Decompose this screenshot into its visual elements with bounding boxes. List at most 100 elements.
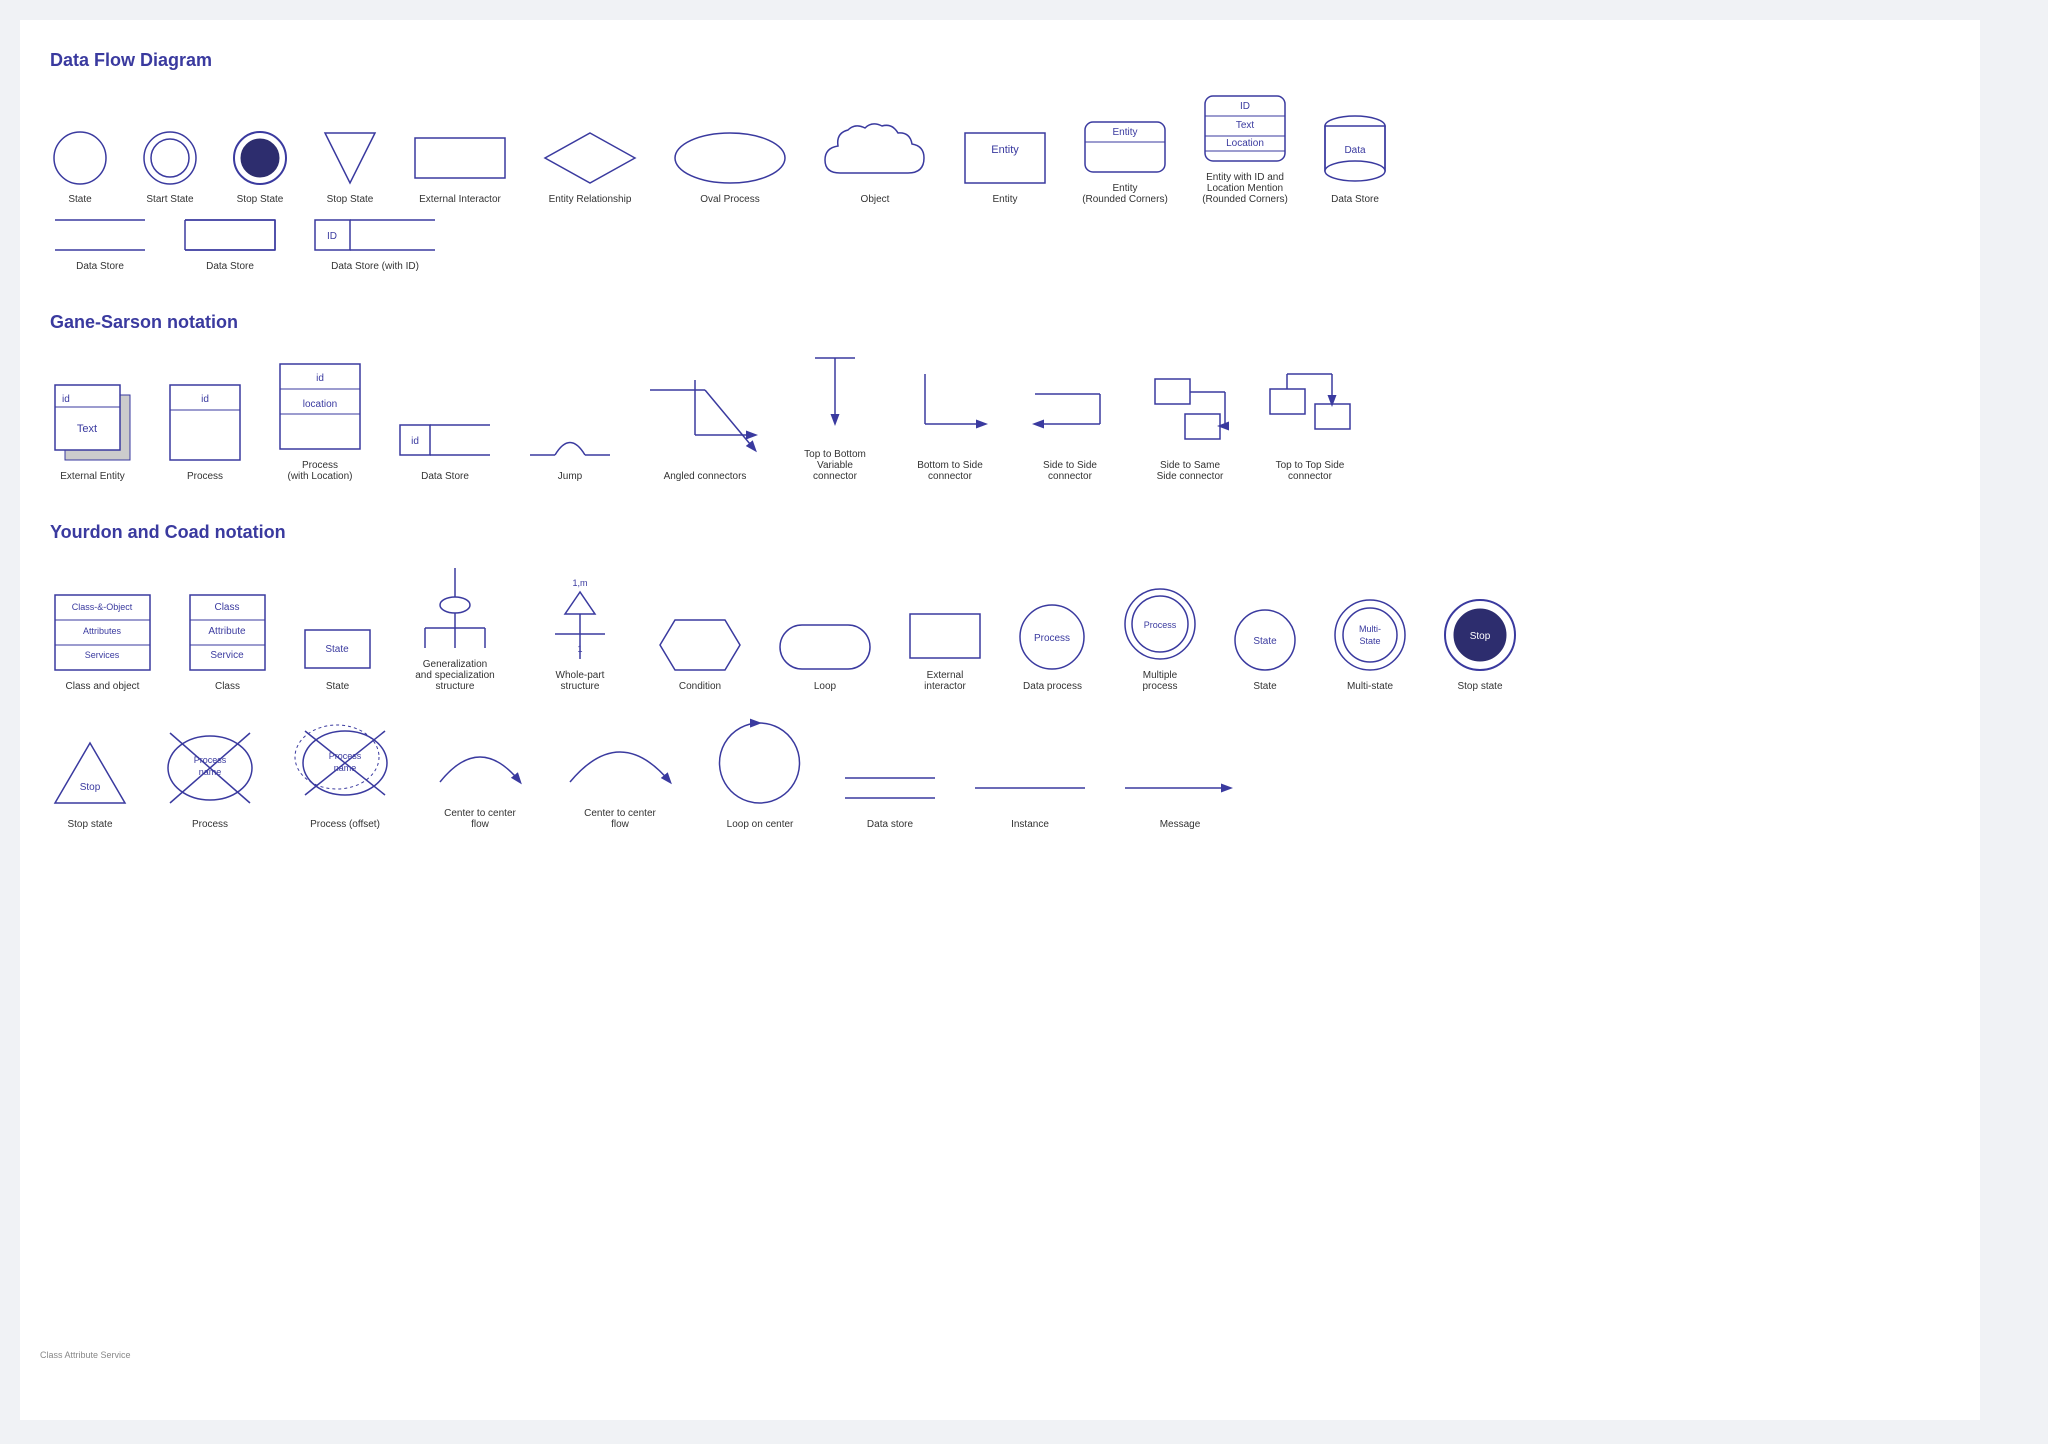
- entity-svg: Entity: [960, 128, 1050, 188]
- stop-state2-svg: [320, 128, 380, 188]
- data-store-rect-label: Data Store: [206, 261, 254, 272]
- yc-process-offset-svg: Process name: [290, 713, 400, 813]
- object-svg: [820, 118, 930, 188]
- data-store-id-label: Data Store (with ID): [331, 261, 419, 272]
- gs-jump-svg: [525, 415, 615, 465]
- entity-relationship-label: Entity Relationship: [549, 194, 632, 205]
- section-title-yourdon-coad: Yourdon and Coad notation: [50, 522, 1950, 543]
- data-store-line-label: Data Store: [76, 261, 124, 272]
- gs-top-top-label: Top to Top Sideconnector: [1276, 460, 1345, 482]
- svg-text:id: id: [316, 373, 324, 384]
- section-yourdon-coad: Yourdon and Coad notation Class-&-Object…: [50, 522, 1950, 830]
- shape-yc-gen-spec: Generalizationand specializationstructur…: [405, 563, 505, 692]
- svg-text:Text: Text: [77, 423, 97, 435]
- svg-text:Process: Process: [1144, 620, 1177, 630]
- yc-class-object-svg: Class-&-Object Attributes Services: [50, 590, 155, 675]
- yc-data-process-label: Data process: [1023, 681, 1082, 692]
- stop-state1-label: Stop State: [237, 194, 284, 205]
- yc-center-flow2-svg: [560, 712, 680, 802]
- gs-external-entity-svg: id Text: [50, 380, 135, 465]
- yc-class-object-label: Class and object: [66, 681, 140, 692]
- yc-process-name-label: Process: [192, 819, 228, 830]
- gs-angled-label: Angled connectors: [664, 471, 747, 482]
- yc-message-label: Message: [1160, 819, 1201, 830]
- yc-stop-triangle-svg: Stop: [50, 733, 130, 813]
- svg-text:1,m: 1,m: [572, 578, 587, 588]
- section-title-gane-sarson: Gane-Sarson notation: [50, 312, 1950, 333]
- entity-rounded-svg: Entity: [1080, 117, 1170, 177]
- shape-yc-state: State State: [300, 625, 375, 692]
- shape-stop-state-1: Stop State: [230, 128, 290, 205]
- shape-entity-relationship: Entity Relationship: [540, 128, 640, 205]
- yc-stop-state-label: Stop state: [1457, 681, 1502, 692]
- yc-process-offset-label: Process (offset): [310, 819, 380, 830]
- data-store-rect-svg: [180, 215, 280, 255]
- shape-yc-multistate: Multi- State Multi-state: [1330, 595, 1410, 692]
- yc-class-label: Class: [215, 681, 240, 692]
- svg-text:Stop: Stop: [80, 782, 101, 793]
- oval-process-label: Oval Process: [700, 194, 759, 205]
- yc-state2-svg: State: [1230, 605, 1300, 675]
- shape-gs-angled: Angled connectors: [645, 375, 765, 482]
- yc-process-name-svg: Process name: [160, 723, 260, 813]
- shape-gs-bottom-side: Bottom to Sideconnector: [905, 364, 995, 482]
- yc-whole-part-label: Whole-partstructure: [556, 670, 605, 692]
- shape-yc-class-object: Class-&-Object Attributes Services Class…: [50, 590, 155, 692]
- oval-process-svg: [670, 128, 790, 188]
- entity-id-location-svg: ID Text Location: [1200, 91, 1290, 166]
- svg-text:ID: ID: [327, 231, 337, 242]
- yc-data-store-label: Data store: [867, 819, 913, 830]
- yc-condition-label: Condition: [679, 681, 721, 692]
- yc-center-flow1-svg: [430, 722, 530, 802]
- section-title-data-flow: Data Flow Diagram: [50, 50, 1950, 71]
- yc-row1: Class-&-Object Attributes Services Class…: [50, 563, 1950, 692]
- svg-text:id: id: [62, 394, 70, 405]
- shape-entity-rounded: Entity Entity(Rounded Corners): [1080, 117, 1170, 205]
- gs-side-same-svg: [1145, 364, 1235, 454]
- yc-loop-svg: [775, 620, 875, 675]
- shape-start-state: Start State: [140, 128, 200, 205]
- shape-yc-data-store: Data store: [840, 763, 940, 830]
- shape-yc-class: Class Attribute Service Class: [185, 590, 270, 692]
- yc-multiple-process-svg: Process: [1120, 584, 1200, 664]
- entity-relationship-svg: [540, 128, 640, 188]
- gs-external-entity-label: External Entity: [60, 471, 124, 482]
- shape-object: Object: [820, 118, 930, 205]
- shape-state: State: [50, 128, 110, 205]
- gs-top-bottom-label: Top to BottomVariableconnector: [804, 449, 866, 482]
- yc-data-process-svg: Process: [1015, 600, 1090, 675]
- shape-yc-condition: Condition: [655, 615, 745, 692]
- shape-yc-multiple-process: Process Multipleprocess: [1120, 584, 1200, 692]
- yc-multiple-process-label: Multipleprocess: [1142, 670, 1177, 692]
- data-store-cylinder-label: Data Store: [1331, 194, 1379, 205]
- svg-text:State: State: [1359, 636, 1380, 646]
- shape-yc-process-name: Process name Process: [160, 723, 260, 830]
- shape-data-store-rect: Data Store: [180, 215, 280, 272]
- yc-ext-interactor-label: Externalinteractor: [924, 670, 966, 692]
- shape-yc-instance: Instance: [970, 763, 1090, 830]
- yc-instance-svg: [970, 763, 1090, 813]
- shape-data-store-cylinder: Data Data Store: [1320, 108, 1390, 205]
- gs-top-bottom-svg: [795, 353, 875, 443]
- shape-yc-message: Message: [1120, 763, 1240, 830]
- svg-text:Text: Text: [1236, 120, 1255, 131]
- state-svg: [50, 128, 110, 188]
- footer-note: Class Attribute Service: [40, 1350, 131, 1360]
- yc-center-flow2-label: Center to centerflow: [584, 808, 656, 830]
- section-data-flow: Data Flow Diagram State Start State: [50, 50, 1950, 272]
- gs-top-top-svg: [1265, 364, 1355, 454]
- shape-yc-center-flow2: Center to centerflow: [560, 712, 680, 830]
- shape-data-store-line: Data Store: [50, 215, 150, 272]
- svg-text:Location: Location: [1226, 138, 1264, 149]
- shape-gs-top-bottom: Top to BottomVariableconnector: [795, 353, 875, 482]
- svg-text:name: name: [334, 763, 357, 773]
- svg-text:Multi-: Multi-: [1359, 624, 1381, 634]
- shape-gs-side-side: Side to Sideconnector: [1025, 364, 1115, 482]
- dfd-row2: Data Store Data Store ID: [50, 215, 1950, 272]
- svg-text:Data: Data: [1344, 145, 1366, 156]
- shape-yc-data-process: Process Data process: [1015, 600, 1090, 692]
- yc-class-svg: Class Attribute Service: [185, 590, 270, 675]
- yc-stop-triangle-label: Stop state: [67, 819, 112, 830]
- yc-instance-label: Instance: [1011, 819, 1049, 830]
- stop-state2-label: Stop State: [327, 194, 374, 205]
